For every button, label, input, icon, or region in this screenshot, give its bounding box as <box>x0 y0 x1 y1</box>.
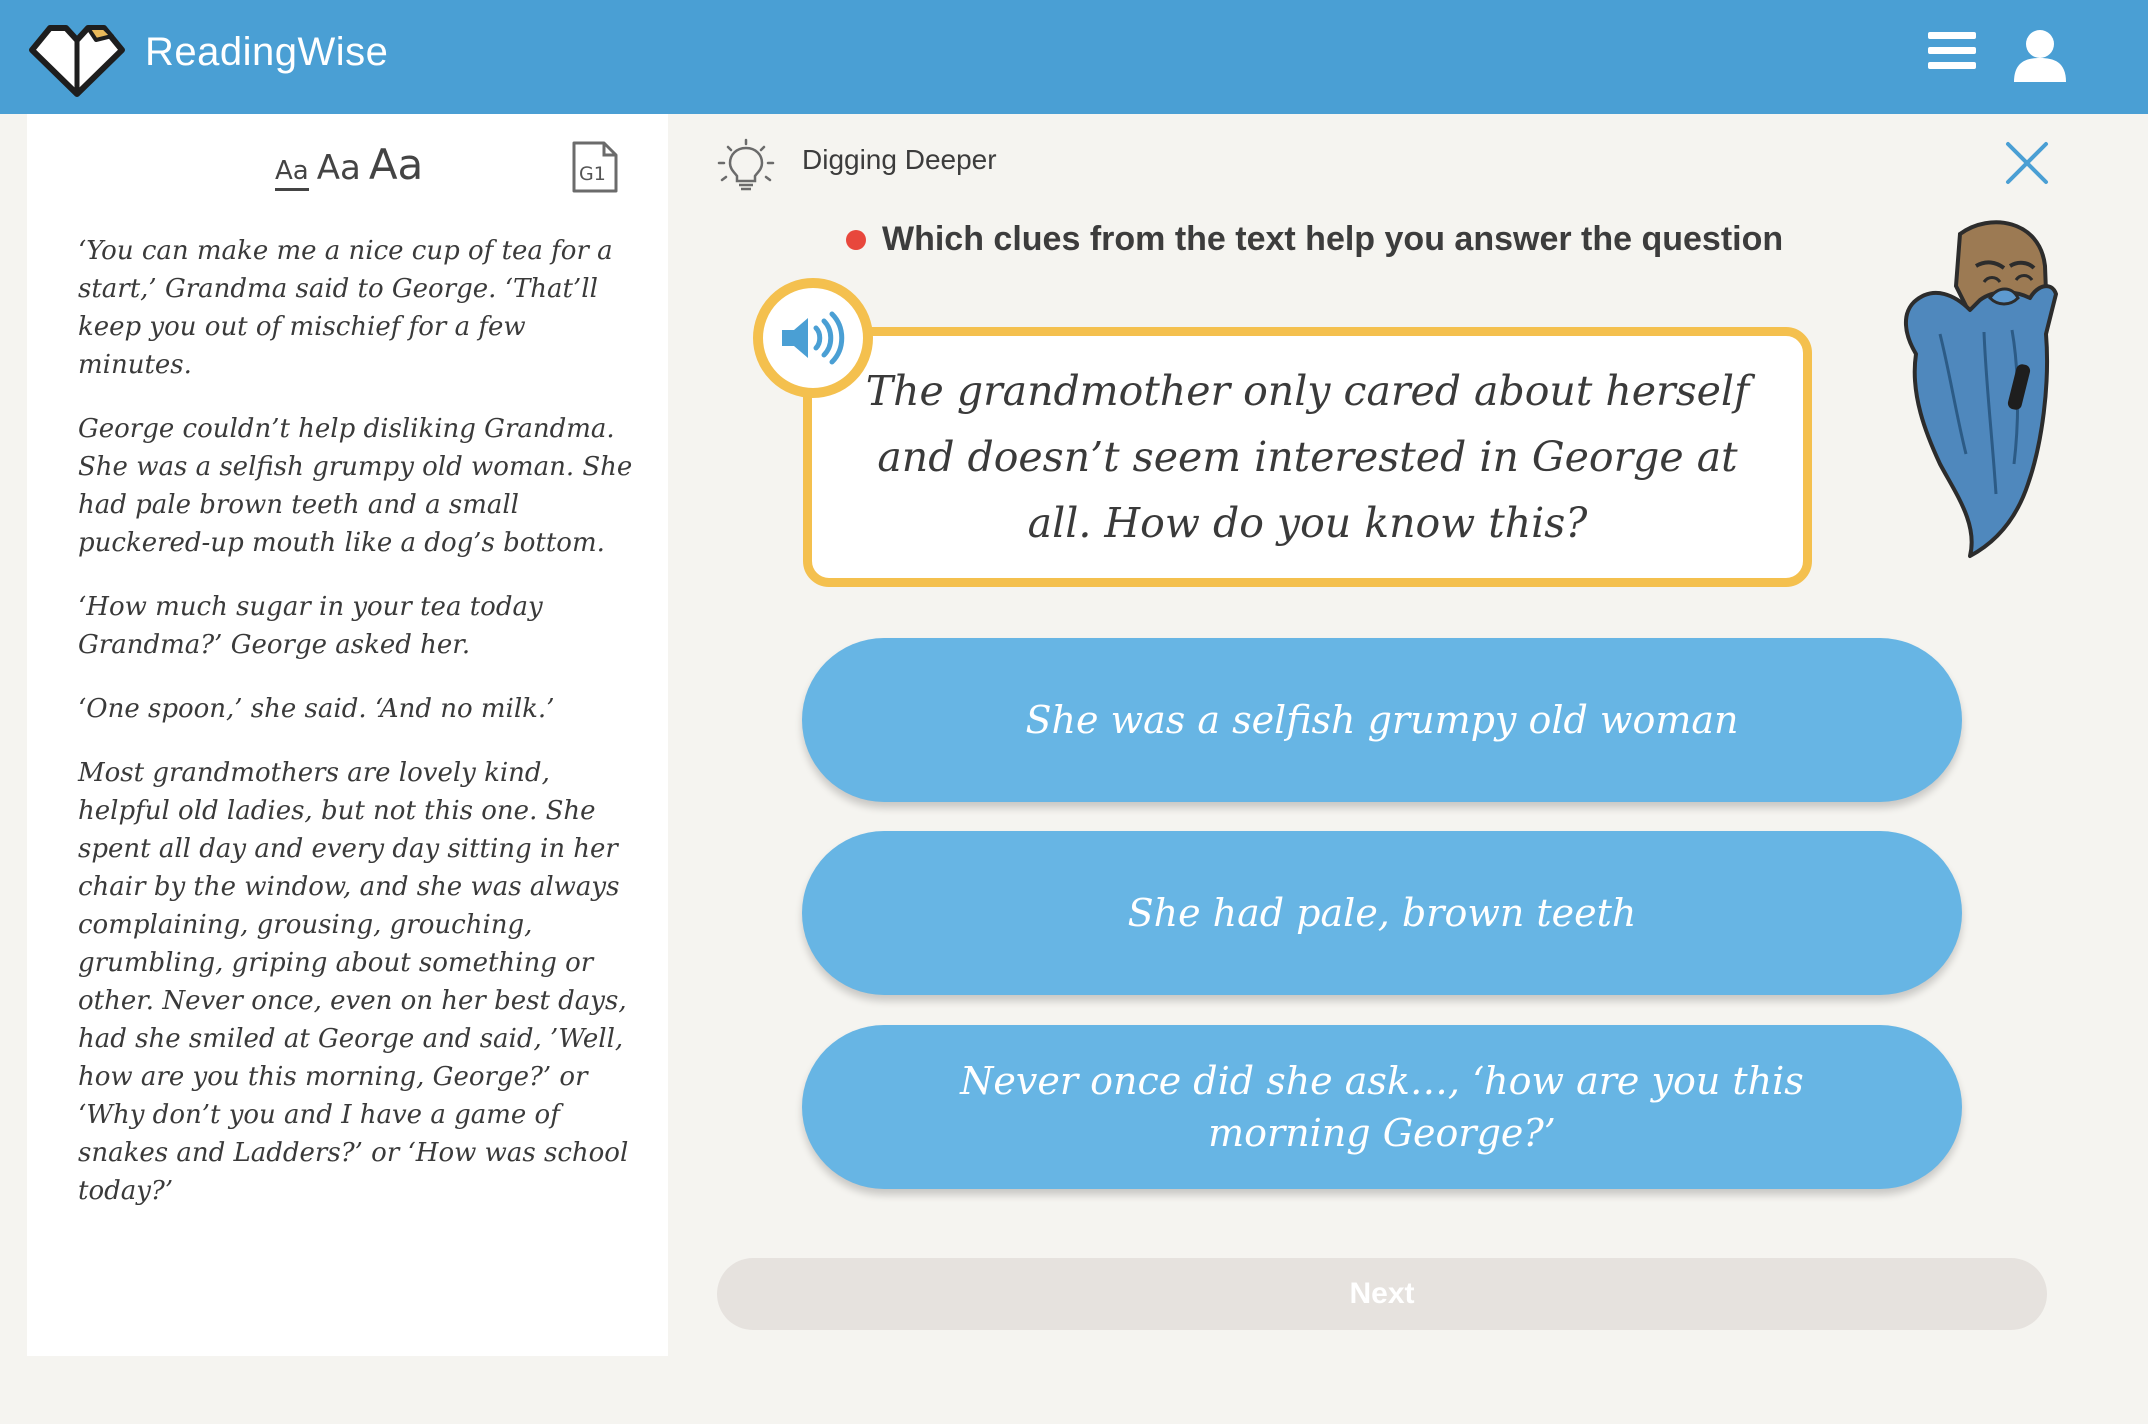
top-bar: ReadingWise <box>0 0 2148 114</box>
next-button-label: Next <box>1349 1277 1415 1310</box>
lightbulb-icon <box>717 138 775 191</box>
story-passage: ‘You can make me a nice cup of tea for a… <box>78 232 638 1236</box>
question-prompt: Which clues from the text help you answe… <box>846 220 1783 259</box>
app-title: ReadingWise <box>145 30 389 74</box>
passage-paragraph: ‘You can make me a nice cup of tea for a… <box>78 236 613 380</box>
passage-paragraph: ‘How much sugar in your tea today Grandm… <box>78 592 543 660</box>
passage-paragraph: ‘One spoon,’ she said. ‘And no milk.’ <box>78 694 555 724</box>
user-profile-icon[interactable] <box>2012 28 2068 82</box>
grade-badge-text: G1 <box>579 163 606 185</box>
answer-option[interactable]: Never once did she ask…, ‘how are you th… <box>802 1025 1962 1189</box>
answer-option-text: Never once did she ask…, ‘how are you th… <box>960 1059 1804 1155</box>
answer-option[interactable]: She had pale, brown teeth <box>802 831 1962 995</box>
font-size-selector: Aa Aa Aa <box>275 140 423 191</box>
passage-paragraph: Most grandmothers are lovely kind, helpf… <box>78 758 629 1206</box>
section-label: Digging Deeper <box>802 144 997 175</box>
font-size-large-button[interactable]: Aa <box>369 140 423 189</box>
next-button[interactable]: Next <box>717 1258 2047 1330</box>
answer-option-text: She had pale, brown teeth <box>1127 891 1637 935</box>
audio-play-button[interactable] <box>753 278 873 398</box>
close-icon[interactable] <box>2004 140 2050 186</box>
hamburger-menu-icon[interactable] <box>1928 32 1976 76</box>
menu-line <box>1928 62 1976 69</box>
question-card: The grandmother only cared about herself… <box>803 327 1812 587</box>
prompt-text: Which clues from the text help you answe… <box>882 220 1784 258</box>
answer-option-text: She was a selfish grumpy old woman <box>1025 698 1739 742</box>
bearded-character-illustration <box>1904 220 2058 558</box>
readingwise-logo-icon[interactable] <box>26 14 128 98</box>
reading-panel: Aa Aa Aa G1 ‘You can make me a nice cup … <box>27 114 668 1356</box>
speaker-icon <box>782 311 845 365</box>
font-size-small-button[interactable]: Aa <box>275 156 309 191</box>
prompt-bullet <box>846 229 866 250</box>
menu-line <box>1928 47 1976 54</box>
question-text: The grandmother only cared about herself… <box>865 367 1750 547</box>
answer-option[interactable]: She was a selfish grumpy old woman <box>802 638 1962 802</box>
passage-paragraph: George couldn’t help disliking Grandma. … <box>78 414 633 558</box>
menu-line <box>1928 32 1976 39</box>
font-size-medium-button[interactable]: Aa <box>317 148 361 188</box>
grade-document-icon[interactable]: G1 <box>571 140 619 194</box>
